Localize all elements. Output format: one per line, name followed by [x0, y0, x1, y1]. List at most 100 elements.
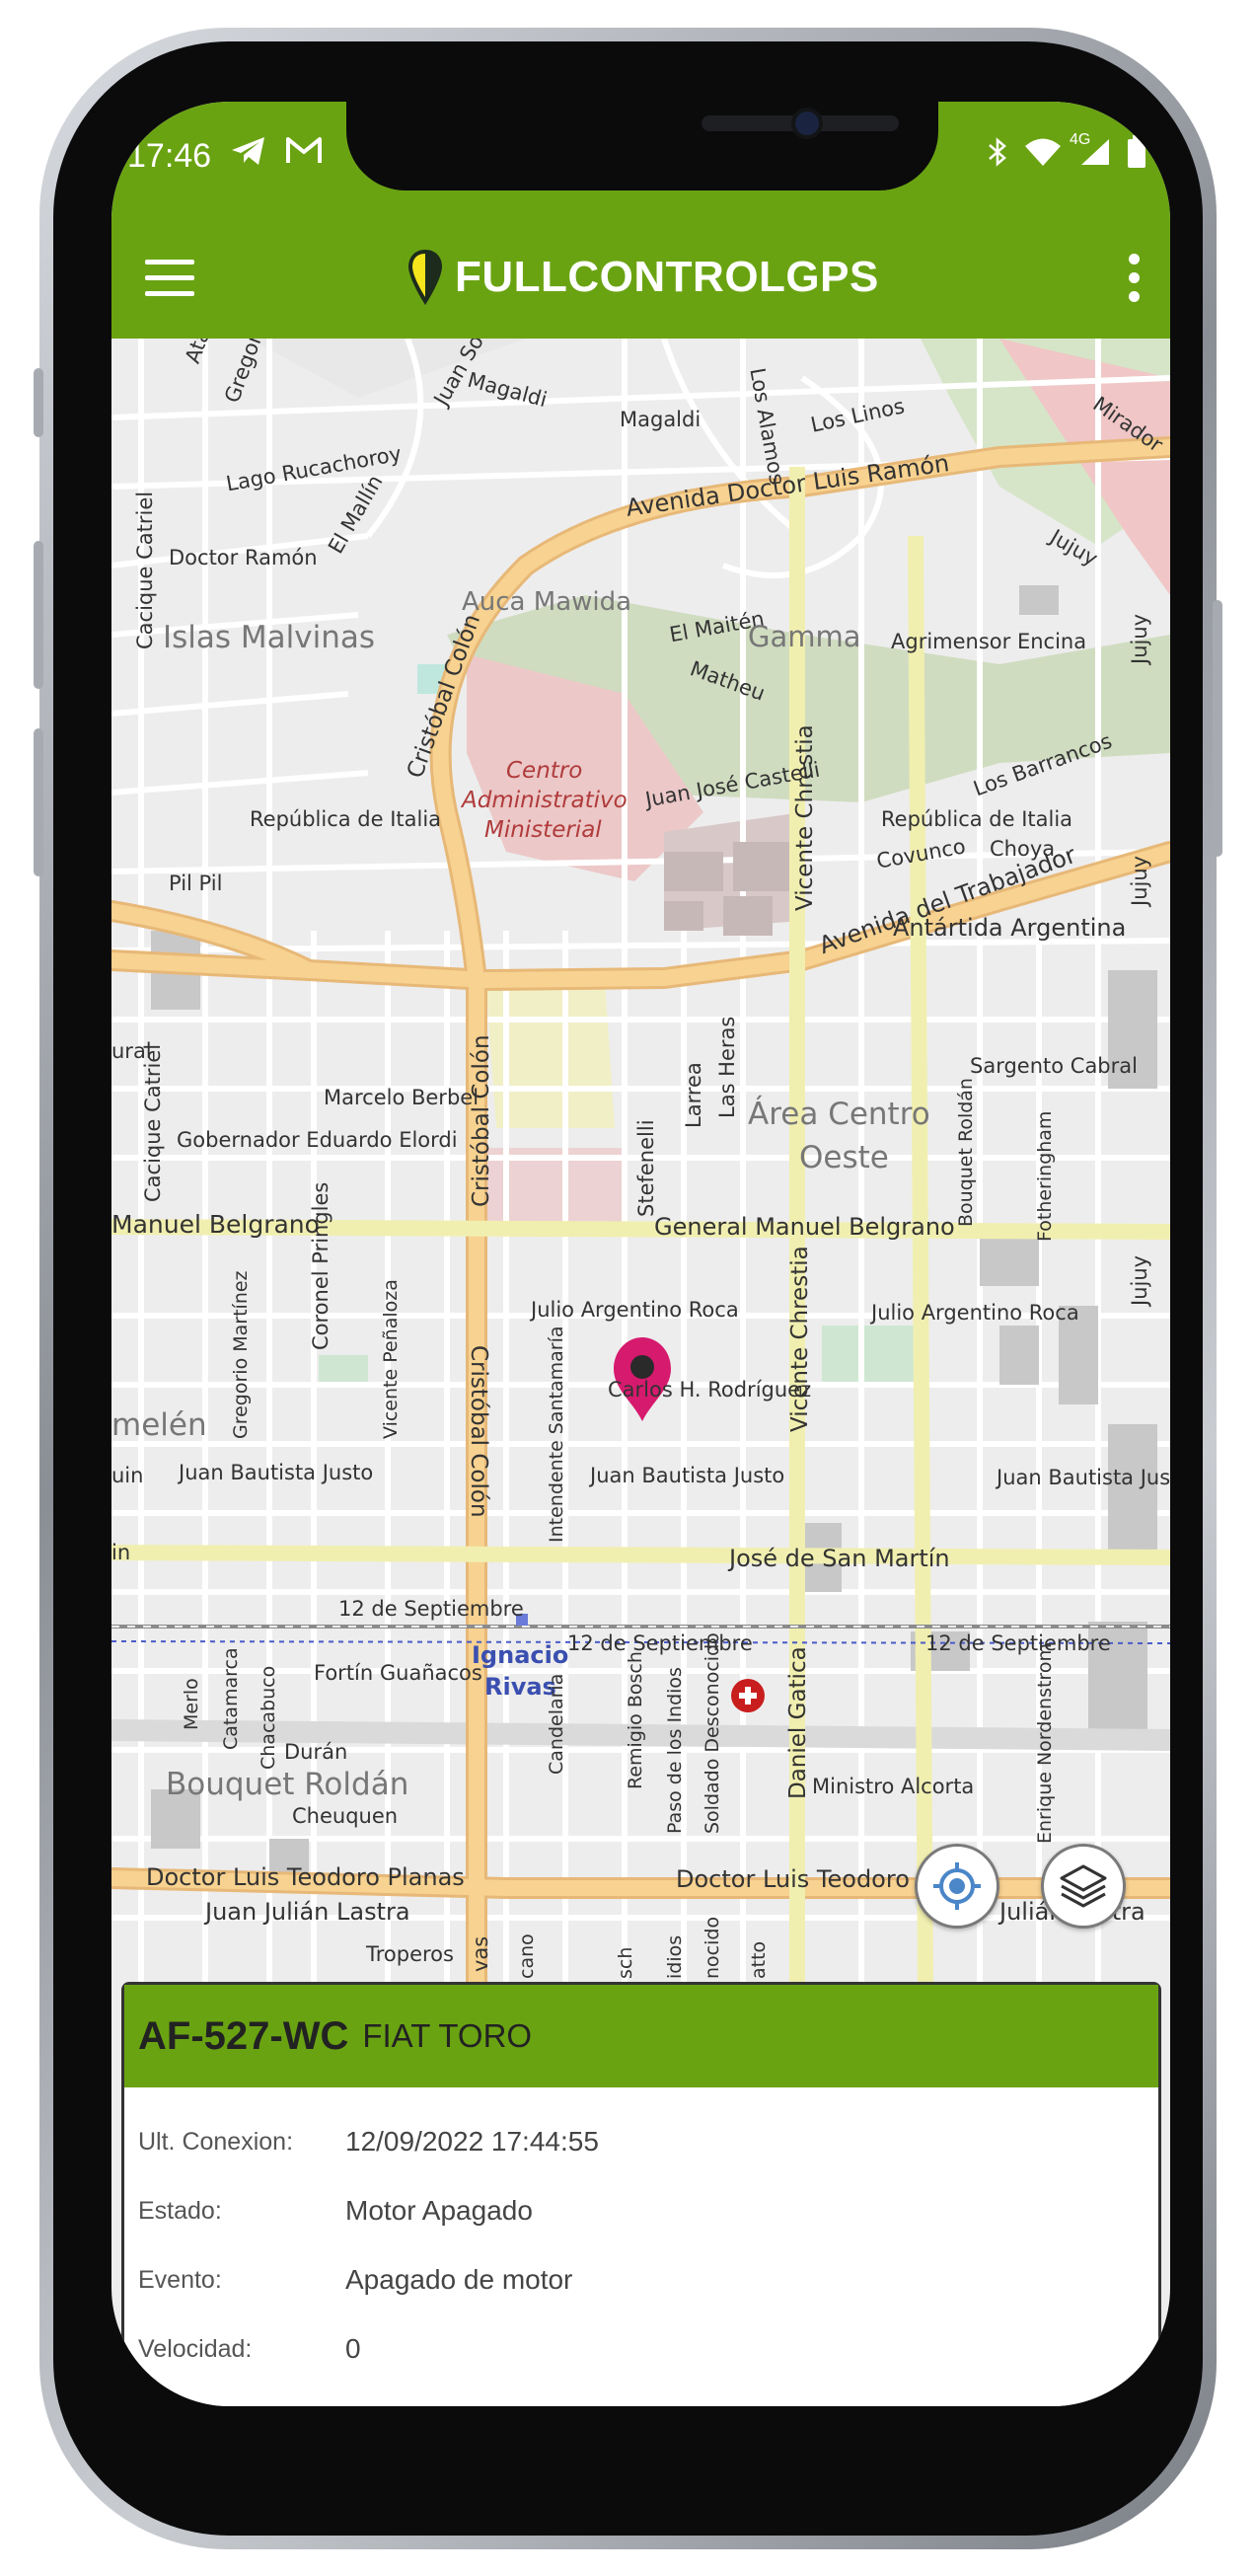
info-value: Apagado de motor: [345, 2264, 573, 2295]
map-label-antartida-argentina: Antártida Argentina: [893, 914, 1127, 942]
map-label-centro: Centro: [506, 758, 583, 784]
map-label-juan-julian-lastra: Juan Julián Lastra: [205, 1898, 410, 1926]
status-left-icons: [230, 135, 323, 175]
vehicle-info-panel[interactable]: AF-527-WC FIAT TORO Ult. Conexion: 12/09…: [121, 1982, 1161, 2406]
map-label-bouquet-roldan: Bouquet Roldán: [166, 1767, 409, 1802]
map-label-remigio-bosch: Remigio Bosch: [625, 1651, 646, 1789]
gmail-icon: [285, 135, 323, 175]
vehicle-plate: AF-527-WC: [138, 2013, 349, 2058]
battery-icon: [1127, 135, 1146, 177]
map-label-coronel-pringles: Coronel Pringles: [309, 1181, 332, 1350]
map-label-stefenelli: Stefenelli: [634, 1119, 658, 1217]
map-label-12-septiembre-3: 12 de Septiembre: [925, 1631, 1111, 1655]
map-label-manuel-belgrano-left: Manuel Belgrano: [111, 1210, 320, 1239]
map-label-pil-pil: Pil Pil: [169, 871, 223, 895]
map-label-merlo: Merlo: [181, 1678, 202, 1730]
map-label-las-heras: Las Heras: [715, 1016, 739, 1118]
map-label-bouquet-roldan-street: Bouquet Roldán: [955, 1078, 977, 1227]
home-indicator[interactable]: [488, 2373, 784, 2381]
map-label-administrativo: Administrativo: [462, 788, 628, 813]
map-label-doctor-luis-teodoro: Doctor Luis Teodoro: [676, 1865, 910, 1893]
map-label-area-centro: Área Centro: [748, 1097, 930, 1132]
more-options-icon[interactable]: [1129, 254, 1141, 310]
map-label-jujuy-right-3: Jujuy: [1128, 1254, 1151, 1306]
my-location-button[interactable]: [915, 1844, 999, 1929]
map-label-catamarca: Catamarca: [220, 1647, 242, 1750]
map-label-gregorio-martinez: Gregorio Martínez: [230, 1270, 252, 1439]
map-label-juan-bautista-justo-mid: Juan Bautista Justo: [590, 1464, 785, 1487]
map-label-enrique-nordenstrom: Enrique Nordenstrom: [1034, 1643, 1056, 1844]
map-label-general-manuel-belgrano: General Manuel Belgrano: [654, 1213, 955, 1241]
map-label-juan-bautista-justo-left: Juan Bautista Justo: [179, 1461, 374, 1484]
map-label-sch: sch: [615, 1946, 636, 1979]
map-label-juin: uin: [111, 1464, 144, 1487]
network-type: 4G: [1070, 131, 1091, 148]
map-label-gamma: Gamma: [748, 620, 861, 653]
vehicle-info-rows: Ult. Conexion: 12/09/2022 17:44:55 Estad…: [124, 2087, 1158, 2384]
menu-icon[interactable]: [145, 260, 194, 299]
map-label-chacabuco: Chacabuco: [258, 1665, 279, 1770]
map-label-jujuy-right-2: Jujuy: [1128, 855, 1151, 906]
map-label-soldado-desconocido: Soldado Desconocido: [702, 1632, 723, 1834]
signal-icon: 4G: [1070, 131, 1111, 175]
map-label-fotheringham: Fotheringham: [1034, 1110, 1056, 1242]
map-label-cano: cano: [516, 1933, 538, 1979]
map-label-12-septiembre-1: 12 de Septiembre: [338, 1597, 524, 1621]
vehicle-info-header: AF-527-WC FIAT TORO: [124, 1985, 1158, 2087]
map-label-republica-italia-left: República de Italia: [250, 807, 442, 831]
map-view[interactable]: Atahualpa Gregorio Juan Sou Magaldi Maga…: [111, 339, 1170, 1982]
map-label-troperos: Troperos: [366, 1942, 454, 1966]
layers-icon: [1060, 1864, 1107, 1908]
app-brand: FULLCONTROLGPS: [406, 248, 879, 307]
map-label-islas-malvinas: Islas Malvinas: [163, 620, 376, 655]
info-label: Ult. Conexion:: [138, 2127, 294, 2156]
map-label-marcelo-berbel: Marcelo Berbel: [324, 1086, 480, 1109]
status-right-icons: 4G: [987, 131, 1146, 177]
telegram-icon: [230, 135, 267, 175]
map-label-ministro-alcorta: Ministro Alcorta: [812, 1775, 975, 1798]
map-label-in-left: in: [111, 1541, 131, 1564]
phone-screen: 17:46 4G FULLCONTROLGPS Gregorio Juan So…: [111, 102, 1170, 2406]
map-label-vicente-chrestia-mid: Vicente Chrestia: [787, 1246, 813, 1432]
volume-down-button: [34, 728, 43, 876]
silent-switch: [34, 368, 43, 437]
volume-up-button: [34, 541, 43, 689]
map-layers-button[interactable]: [1041, 1844, 1126, 1929]
map-label-vas: vas: [469, 1935, 492, 1972]
map-label-larrea: Larrea: [682, 1062, 705, 1128]
map-label-duran: Durán: [284, 1740, 348, 1764]
map-label-magaldi-2: Magaldi: [620, 408, 702, 431]
map-label-juan-bautista-justo-right: Juan Bautista Justo: [997, 1466, 1170, 1489]
info-row-event: Evento: Apagado de motor: [138, 2245, 1158, 2314]
hospital-icon: [731, 1679, 765, 1712]
map-label-julio-argentino-roca-left: Julio Argentino Roca: [531, 1298, 739, 1322]
info-label: Estado:: [138, 2196, 222, 2225]
map-label-cacique-catriel-top: Cacique Catriel: [133, 491, 157, 649]
map-label-vicente-penaloza: Vicente Peñaloza: [380, 1279, 402, 1439]
map-label-doctor-luis-teodoro-planas: Doctor Luis Teodoro Planas: [146, 1863, 465, 1891]
map-label-jujuy-right-1: Jujuy: [1128, 613, 1151, 664]
info-row-status: Estado: Motor Apagado: [138, 2176, 1158, 2245]
crosshair-icon: [933, 1862, 981, 1910]
map-label-candelaria: Candelaria: [546, 1673, 567, 1775]
info-row-last-connection: Ult. Conexion: 12/09/2022 17:44:55: [138, 2107, 1158, 2176]
map-label-atto: atto: [748, 1940, 770, 1979]
map-label-jose-de-san-martin: José de San Martín: [729, 1545, 950, 1572]
app-title: FULLCONTROLGPS: [455, 253, 879, 301]
map-label-12-septiembre-2: 12 de Septiembre: [567, 1631, 753, 1655]
bluetooth-icon: [987, 136, 1008, 176]
map-label-sargento-cabral: Sargento Cabral: [970, 1054, 1138, 1078]
map-label-daniel-gatica: Daniel Gatica: [785, 1646, 811, 1799]
vehicle-model: FIAT TORO: [362, 2017, 533, 2054]
power-button: [1213, 600, 1222, 857]
map-label-idios: idios: [664, 1934, 686, 1979]
map-label-republica-italia-right: República de Italia: [881, 807, 1073, 831]
map-label-nocido: nocido: [702, 1916, 723, 1979]
map-label-cheuquen: Cheuquen: [292, 1804, 399, 1828]
info-label: Velocidad:: [138, 2334, 253, 2363]
map-label-carlos-h-rodriguez: Carlos H. Rodríguez: [608, 1378, 812, 1402]
map-label-cacique-catriel-mid: Cacique Catriel: [141, 1043, 165, 1202]
map-label-auca-mawida: Auca Mawida: [462, 587, 632, 617]
status-time: 17:46: [127, 137, 212, 175]
map-label-fortin-guanacos: Fortín Guañacos: [314, 1661, 482, 1685]
